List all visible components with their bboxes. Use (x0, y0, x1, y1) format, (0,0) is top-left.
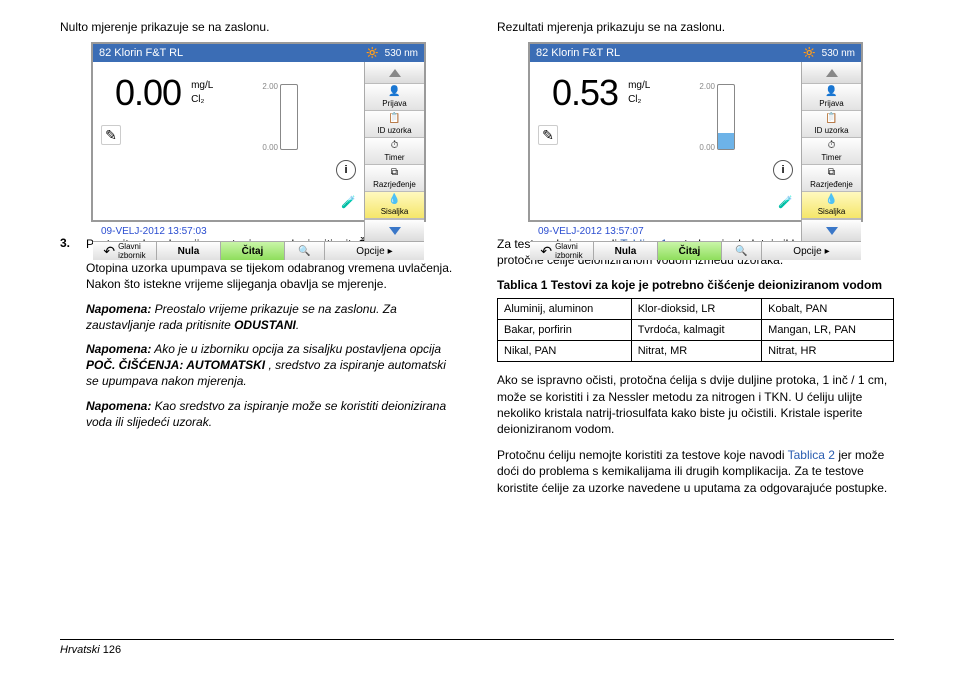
info-icon[interactable]: i (773, 160, 793, 180)
opcije-button[interactable]: Opcije ▸ (762, 242, 861, 260)
side-razrjedjenje[interactable]: ⧉Razrjeđenje (365, 165, 424, 192)
reading-units: mg/L Cl₂ (191, 79, 213, 107)
device-footer: ↶Glavniizbornik Nula Čitaj 🔍 Opcije ▸ (93, 241, 424, 260)
lamp-icon: 🔆 (366, 48, 378, 59)
device-title: 82 Klorin F&T RL (99, 47, 183, 59)
page-footer: Hrvatski 126 (60, 639, 894, 656)
side-prijava[interactable]: 👤Prijava (802, 84, 861, 111)
table-row: Nikal, PANNitrat, MRNitrat, HR (498, 341, 894, 362)
opcije-button[interactable]: Opcije ▸ (325, 242, 424, 260)
edit-icon[interactable]: ✎ (101, 125, 121, 145)
device-screenshot-zero: 82 Klorin F&T RL 🔆 530 nm 0.00 mg/L Cl₂ (91, 42, 426, 222)
table-row: Aluminij, aluminonKlor-dioksid, LRKobalt… (498, 299, 894, 320)
gauge (717, 84, 735, 150)
side-id-uzorka[interactable]: 📋ID uzorka (802, 111, 861, 138)
gauge-labels: 2.00 0.00 (699, 82, 715, 204)
up-arrow-button[interactable] (802, 62, 861, 84)
reading-value: 0.53 (552, 72, 618, 114)
table1: Aluminij, aluminonKlor-dioksid, LRKobalt… (497, 298, 894, 362)
side-razrjedjenje[interactable]: ⧉Razrjeđenje (802, 165, 861, 192)
down-arrow-button[interactable] (802, 219, 861, 241)
edit-icon[interactable]: ✎ (538, 125, 558, 145)
sample-icon[interactable]: 🧪 (341, 195, 356, 209)
citaj-button[interactable]: Čitaj (658, 242, 722, 260)
datetime: 09-VELJ-2012 13:57:03 (101, 226, 356, 237)
lamp-icon: 🔆 (803, 48, 815, 59)
reading-units: mg/L Cl₂ (628, 79, 650, 107)
step-number: 3. (60, 236, 76, 438)
reading-value: 0.00 (115, 72, 181, 114)
device-sidebar: 👤Prijava 📋ID uzorka ⏱Timer ⧉Razrjeđenje … (364, 62, 424, 241)
nula-button[interactable]: Nula (594, 242, 658, 260)
device-screenshot-result: 82 Klorin F&T RL 🔆 530 nm 0.53 mg/L Cl₂ (528, 42, 863, 222)
table1-title: Tablica 1 Testovi za koje je potrebno či… (497, 278, 894, 292)
gauge (280, 84, 298, 150)
nula-button[interactable]: Nula (157, 242, 221, 260)
citaj-button[interactable]: Čitaj (221, 242, 285, 260)
side-id-uzorka[interactable]: 📋ID uzorka (365, 111, 424, 138)
device-footer: ↶Glavniizbornik Nula Čitaj 🔍 Opcije ▸ (530, 241, 861, 260)
device-title: 82 Klorin F&T RL (536, 47, 620, 59)
side-sisaljka[interactable]: 💧Sisaljka (802, 192, 861, 219)
side-timer[interactable]: ⏱Timer (802, 138, 861, 165)
right-para3: Protočnu ćeliju nemojte koristiti za tes… (497, 447, 894, 496)
left-intro: Nulto mjerenje prikazuje se na zaslonu. (60, 20, 457, 34)
device-header: 82 Klorin F&T RL 🔆 530 nm (93, 44, 424, 62)
gauge-labels: 2.00 0.00 (262, 82, 278, 204)
device-nm: 530 nm (822, 48, 855, 59)
side-prijava[interactable]: 👤Prijava (365, 84, 424, 111)
side-timer[interactable]: ⏱Timer (365, 138, 424, 165)
zoom-button[interactable]: 🔍 (285, 242, 325, 260)
table-row: Bakar, porfirinTvrdoća, kalmagitMangan, … (498, 320, 894, 341)
side-sisaljka[interactable]: 💧Sisaljka (365, 192, 424, 219)
down-arrow-button[interactable] (365, 219, 424, 241)
link-tablica2[interactable]: Tablica 2 (788, 448, 835, 462)
zoom-button[interactable]: 🔍 (722, 242, 762, 260)
device-sidebar: 👤Prijava 📋ID uzorka ⏱Timer ⧉Razrjeđenje … (801, 62, 861, 241)
device-header: 82 Klorin F&T RL 🔆 530 nm (530, 44, 861, 62)
home-button[interactable]: ↶Glavniizbornik (530, 242, 594, 260)
right-para2: Ako se ispravno očisti, protočna ćelija … (497, 372, 894, 437)
home-button[interactable]: ↶Glavniizbornik (93, 242, 157, 260)
up-arrow-button[interactable] (365, 62, 424, 84)
step-body: Postavite dovodnu cijev u otopinu uzorka… (86, 236, 457, 438)
datetime: 09-VELJ-2012 13:57:07 (538, 226, 793, 237)
info-icon[interactable]: i (336, 160, 356, 180)
sample-icon[interactable]: 🧪 (778, 195, 793, 209)
right-intro: Rezultati mjerenja prikazuju se na zaslo… (497, 20, 894, 34)
device-nm: 530 nm (385, 48, 418, 59)
